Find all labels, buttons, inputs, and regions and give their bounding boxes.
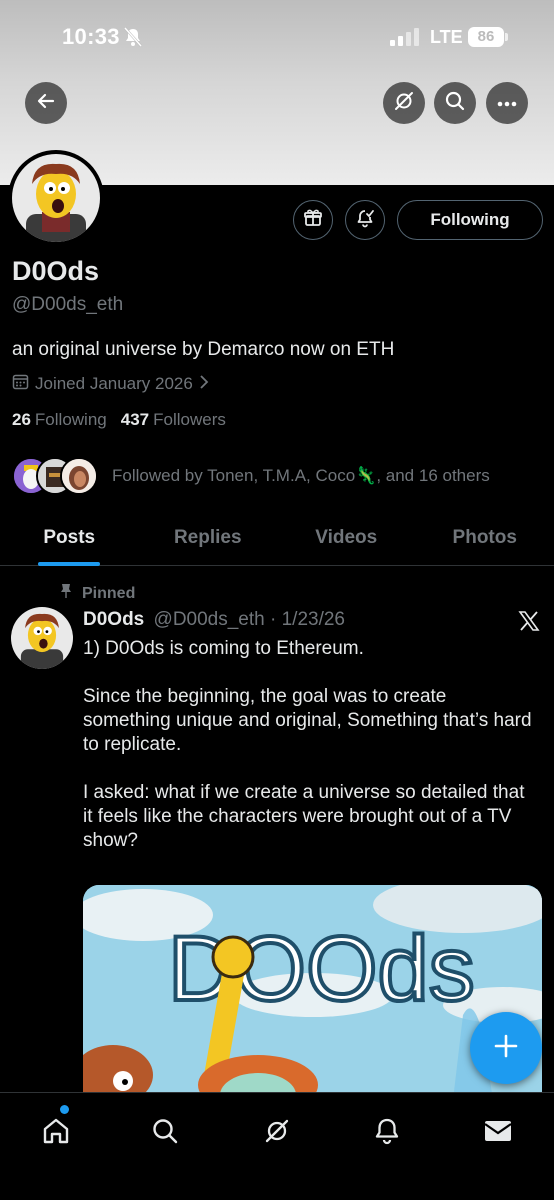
pinned-indicator: Pinned (60, 583, 135, 604)
nav-grok[interactable] (257, 1113, 297, 1153)
battery-icon: 86 (468, 27, 508, 47)
status-time: 10:33 (62, 24, 120, 49)
profile-tabs: Posts Replies Videos Photos (0, 516, 554, 566)
nav-search[interactable] (145, 1113, 185, 1153)
mail-icon (484, 1119, 512, 1148)
arrow-left-icon (36, 91, 56, 116)
status-bar: 10:33 LTE 86 (0, 0, 554, 76)
calendar-icon (12, 373, 29, 395)
bell-plus-icon (355, 208, 375, 233)
search-icon (444, 90, 466, 117)
pin-icon (60, 583, 72, 604)
profile-handle: @D00ds_eth (12, 294, 124, 315)
media-title: DOOds (168, 918, 475, 1020)
joined-date[interactable]: Joined January 2026 (12, 373, 209, 395)
followed-by[interactable]: Followed by Tonen, T.M.A, Coco🦎, and 16 … (12, 456, 490, 496)
bell-icon (374, 1117, 400, 1150)
profile-bio: an original universe by Demarco now on E… (12, 339, 395, 360)
nav-home[interactable] (36, 1113, 76, 1153)
tab-replies[interactable]: Replies (139, 516, 278, 565)
grok-button[interactable] (383, 82, 425, 124)
tab-posts[interactable]: Posts (0, 516, 139, 565)
display-name: D0Ods (12, 256, 100, 286)
bell-muted-icon (124, 27, 142, 52)
post-media-image[interactable]: DOOds (83, 885, 542, 1100)
post-header: D0Ods @D00ds_eth · 1/23/26 (83, 609, 345, 631)
more-horizontal-icon (497, 94, 517, 112)
tab-videos[interactable]: Videos (277, 516, 416, 565)
pinned-label: Pinned (82, 584, 136, 602)
notification-dot (60, 1105, 69, 1114)
compose-button[interactable] (470, 1012, 542, 1084)
grok-icon (393, 90, 415, 117)
plus-icon (493, 1033, 519, 1064)
nav-messages[interactable] (478, 1113, 518, 1153)
grok-icon (263, 1117, 291, 1150)
followers-count-link[interactable]: 437 Followers (121, 410, 226, 430)
signal-icon (390, 28, 419, 46)
chevron-right-icon (199, 374, 209, 395)
post-author-avatar[interactable] (11, 607, 73, 669)
gift-icon (303, 208, 323, 233)
profile-avatar[interactable] (8, 150, 104, 246)
search-button[interactable] (434, 82, 476, 124)
follower-avatar (60, 457, 98, 495)
x-logo-icon[interactable] (518, 610, 540, 637)
home-icon (41, 1116, 71, 1151)
more-button[interactable] (486, 82, 528, 124)
post-text: 1) D0Ods is coming to Ethereum. Since th… (83, 638, 532, 851)
follow-counts: 26 Following 437 Followers (12, 410, 226, 430)
notifications-button[interactable] (345, 200, 385, 240)
network-type: LTE (430, 27, 463, 47)
post-author-name[interactable]: D0Ods (83, 609, 144, 630)
following-count-link[interactable]: 26 Following (12, 410, 107, 430)
search-icon (151, 1117, 179, 1150)
following-button[interactable]: Following (397, 200, 543, 240)
nav-notifications[interactable] (367, 1113, 407, 1153)
post-handle-date[interactable]: @D00ds_eth · 1/23/26 (154, 609, 345, 630)
followed-by-text: Followed by Tonen, T.M.A, Coco🦎, and 16 … (112, 466, 490, 485)
gift-button[interactable] (293, 200, 333, 240)
bottom-navigation (0, 1092, 554, 1200)
back-button[interactable] (25, 82, 67, 124)
tab-photos[interactable]: Photos (416, 516, 554, 565)
joined-text: Joined January 2026 (35, 374, 193, 393)
